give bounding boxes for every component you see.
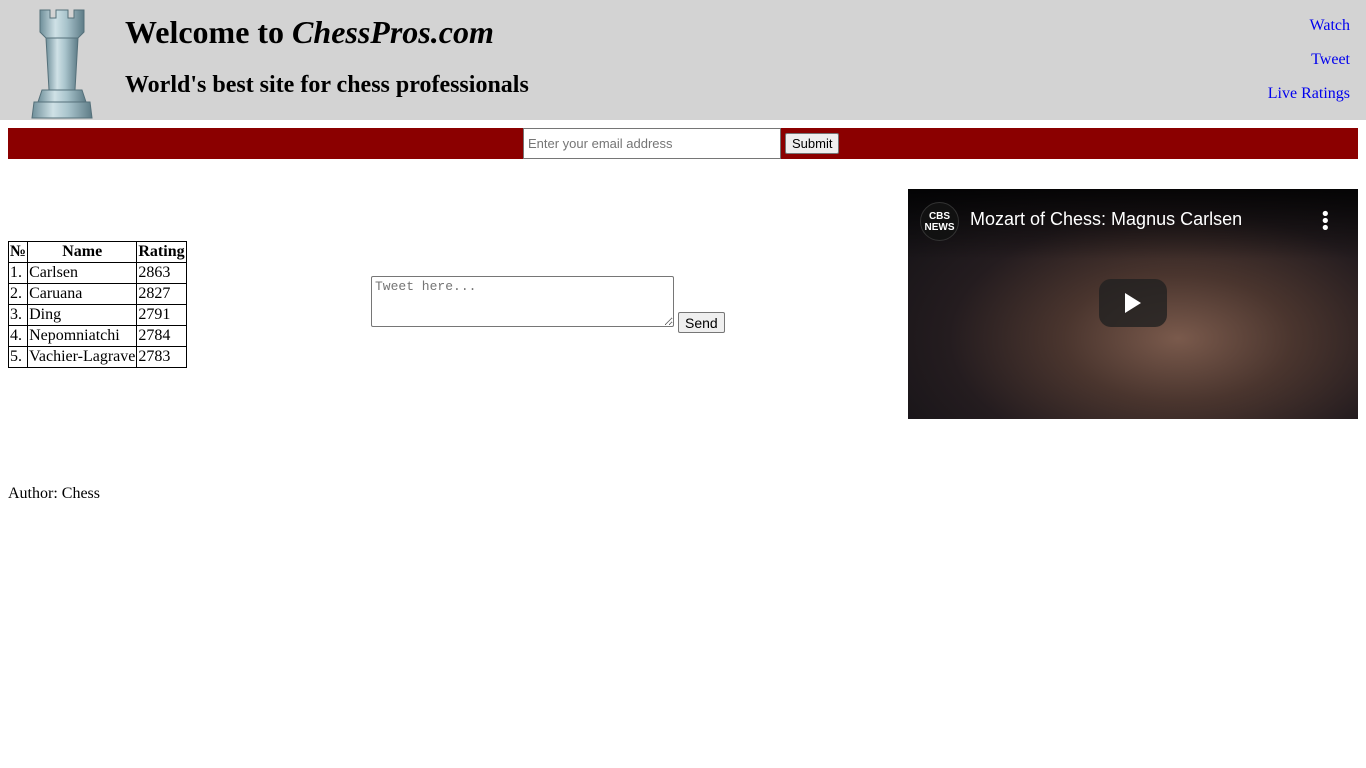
table-row: 1. Carlsen 2863 <box>7 262 187 284</box>
table-row: 3. Ding 2791 <box>7 304 187 326</box>
column-header-name: Name <box>27 241 138 263</box>
row-number: 1. <box>7 262 29 284</box>
table-row: 5. Vachier-Lagrave 2783 <box>7 346 187 368</box>
title-prefix: Welcome to <box>125 14 293 50</box>
row-number: 5. <box>7 346 29 368</box>
player-rating: 2827 <box>136 283 187 305</box>
top-nav: Watch Tweet Live Ratings <box>1268 16 1350 118</box>
site-header: Welcome to ChessPros.com World's best si… <box>0 0 1366 120</box>
author-credit: Author: Chess <box>8 485 100 502</box>
player-rating: 2791 <box>136 304 187 326</box>
send-button[interactable]: Send <box>678 312 725 333</box>
page-title: Welcome to ChessPros.com <box>125 12 494 52</box>
live-ratings-table: № Name Rating 1. Carlsen 2863 2. Caruana… <box>7 241 187 368</box>
column-header-number: № <box>7 241 29 263</box>
player-rating: 2863 <box>136 262 187 284</box>
nav-link-tweet[interactable]: Tweet <box>1268 50 1350 70</box>
player-rating: 2783 <box>136 346 187 368</box>
play-icon <box>1125 293 1141 313</box>
video-player[interactable]: CBS NEWS Mozart of Chess: Magnus Carlsen… <box>908 189 1358 419</box>
submit-button[interactable]: Submit <box>785 133 840 154</box>
site-name: ChessPros.com <box>292 14 494 50</box>
player-name: Ding <box>27 304 138 326</box>
table-row: 2. Caruana 2827 <box>7 283 187 305</box>
email-input[interactable] <box>523 128 781 159</box>
player-name: Caruana <box>27 283 138 305</box>
table-row: 4. Nepomniatchi 2784 <box>7 325 187 347</box>
player-name: Carlsen <box>27 262 138 284</box>
nav-link-live-ratings[interactable]: Live Ratings <box>1268 84 1350 104</box>
video-title[interactable]: Mozart of Chess: Magnus Carlsen <box>970 209 1242 230</box>
table-header-row: № Name Rating <box>7 241 187 263</box>
row-number: 4. <box>7 325 29 347</box>
tweet-textarea[interactable] <box>371 276 674 327</box>
chess-rook-icon <box>31 9 93 119</box>
column-header-rating: Rating <box>136 241 187 263</box>
row-number: 3. <box>7 304 29 326</box>
nav-link-watch[interactable]: Watch <box>1268 16 1350 36</box>
row-number: 2. <box>7 283 29 305</box>
player-name: Vachier-Lagrave <box>27 346 138 368</box>
more-vertical-icon[interactable]: • • • <box>1320 206 1331 238</box>
channel-avatar[interactable]: CBS NEWS <box>920 202 959 241</box>
player-rating: 2784 <box>136 325 187 347</box>
page-subtitle: World's best site for chess professional… <box>125 72 529 98</box>
play-button[interactable] <box>1099 279 1167 327</box>
player-name: Nepomniatchi <box>27 325 138 347</box>
